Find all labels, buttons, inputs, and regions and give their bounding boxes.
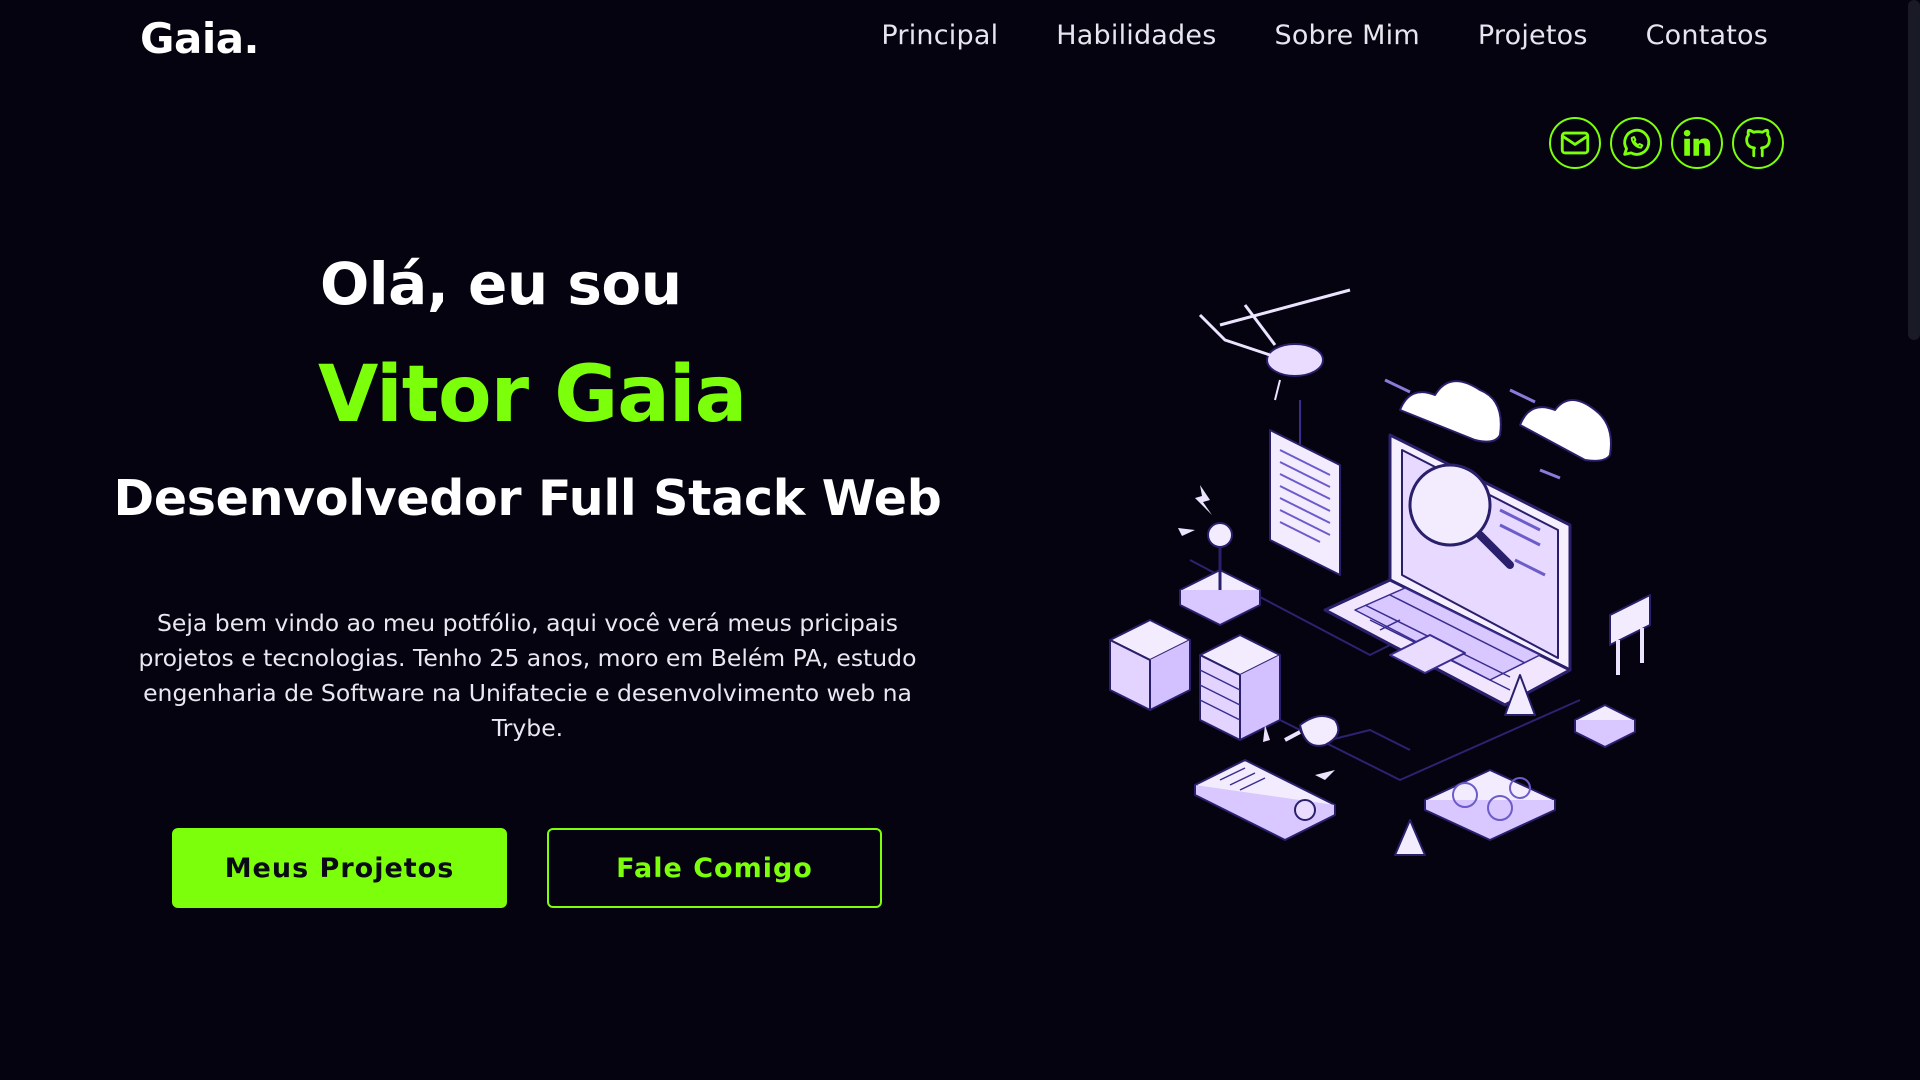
meus-projetos-button[interactable]: Meus Projetos	[172, 828, 507, 908]
whatsapp-icon	[1623, 128, 1651, 156]
document-illustration	[1269, 429, 1341, 576]
laptop-illustration	[1323, 433, 1572, 707]
sign-illustration	[1609, 594, 1651, 675]
linkedin-link[interactable]	[1671, 117, 1723, 169]
plug-illustration	[1284, 715, 1340, 747]
hero-name: Vitor Gaia	[318, 350, 747, 440]
linkedin-icon	[1683, 129, 1711, 156]
server-rack-illustration	[1109, 619, 1281, 741]
joystick-illustration	[1179, 522, 1261, 626]
page: Gaia. Principal Habilidades Sobre Mim Pr…	[0, 0, 1920, 1080]
github-icon	[1745, 128, 1771, 158]
fale-comigo-button[interactable]: Fale Comigo	[547, 828, 882, 908]
whatsapp-link[interactable]	[1610, 117, 1662, 169]
github-link[interactable]	[1732, 117, 1784, 169]
email-link[interactable]	[1549, 117, 1601, 169]
scrollbar[interactable]	[1908, 0, 1920, 340]
hero-greeting: Olá, eu sou	[320, 250, 682, 318]
nav-item-contatos[interactable]: Contatos	[1646, 20, 1768, 51]
nav-item-habilidades[interactable]: Habilidades	[1056, 20, 1216, 51]
helicopter-illustration	[1198, 288, 1351, 450]
main-nav: Principal Habilidades Sobre Mim Projetos…	[881, 20, 1768, 51]
nav-item-principal[interactable]: Principal	[881, 20, 998, 51]
gears-tile-illustration	[1424, 769, 1556, 841]
nav-item-sobre-mim[interactable]: Sobre Mim	[1274, 20, 1419, 51]
button-box-illustration	[1574, 704, 1636, 748]
logo[interactable]: Gaia.	[140, 14, 260, 63]
social-links	[1549, 117, 1784, 169]
keypad-illustration	[1194, 759, 1336, 841]
nav-item-projetos[interactable]: Projetos	[1478, 20, 1588, 51]
hero-illustration	[1109, 288, 1651, 856]
mail-icon	[1560, 131, 1590, 155]
hero-role: Desenvolvedor Full Stack Web	[113, 470, 942, 527]
hero-intro: Seja bem vindo ao meu potfólio, aqui voc…	[138, 609, 917, 742]
